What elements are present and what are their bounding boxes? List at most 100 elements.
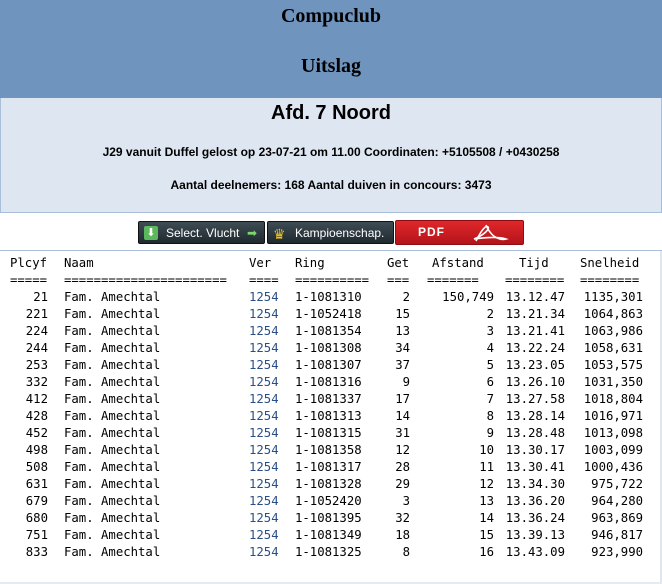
results-table: Plcyf Naam Ver Ring Get Afstand Tijd Sne… bbox=[0, 256, 662, 562]
cell-ver[interactable]: 1254 bbox=[249, 341, 279, 355]
cell-afstand: 7 bbox=[486, 392, 494, 406]
cell-get: 8 bbox=[402, 545, 410, 559]
cell-afstand: 2 bbox=[486, 307, 494, 321]
cell-plcyf: 751 bbox=[25, 528, 48, 542]
release-info: J29 vanuit Duffel gelost op 23-07-21 om … bbox=[102, 145, 560, 159]
championship-button[interactable]: ♛ Kampioenschap. bbox=[267, 221, 394, 244]
table-row: 412 Fam. Amechtal 1254 1-1081337 17 7 13.27.58… bbox=[0, 392, 662, 409]
cell-plcyf: 680 bbox=[25, 511, 48, 525]
cell-snelheid: 975,722 bbox=[591, 477, 643, 491]
cell-plcyf: 332 bbox=[25, 375, 48, 389]
cell-plcyf: 244 bbox=[25, 341, 48, 355]
cell-naam: Fam. Amechtal bbox=[64, 358, 161, 372]
sep-ring: ========== bbox=[295, 273, 370, 287]
cell-tijd: 13.36.24 bbox=[505, 511, 565, 525]
cell-ring: 1-1081395 bbox=[295, 511, 362, 525]
cell-naam: Fam. Amechtal bbox=[64, 460, 161, 474]
cell-ver[interactable]: 1254 bbox=[249, 426, 279, 440]
cell-tijd: 13.30.17 bbox=[505, 443, 565, 457]
sep-naam: ====================== bbox=[64, 273, 227, 287]
cell-afstand: 14 bbox=[479, 511, 494, 525]
cell-snelheid: 1013,098 bbox=[583, 426, 643, 440]
cell-ver[interactable]: 1254 bbox=[249, 511, 279, 525]
acrobat-icon bbox=[473, 224, 509, 242]
cell-afstand: 4 bbox=[486, 341, 494, 355]
club-title: Compuclub bbox=[280, 5, 382, 27]
col-ring: Ring bbox=[295, 256, 325, 270]
sep-plcyf: ===== bbox=[10, 273, 48, 287]
cell-ring: 1-1081317 bbox=[295, 460, 362, 474]
cell-ver[interactable]: 1254 bbox=[249, 307, 279, 321]
divider bbox=[0, 250, 662, 251]
table-row: 428 Fam. Amechtal 1254 1-1081313 14 8 13.28.14… bbox=[0, 409, 662, 426]
cell-ring: 1-1081316 bbox=[295, 375, 362, 389]
sep-tijd: ======== bbox=[505, 273, 565, 287]
button-bar: ⬇ Select. Vlucht ➡ ♛ Kampioenschap. PDF bbox=[0, 213, 662, 251]
cell-afstand: 8 bbox=[486, 409, 494, 423]
cell-ver[interactable]: 1254 bbox=[249, 494, 279, 508]
cell-get: 12 bbox=[395, 443, 410, 457]
col-get: Get bbox=[387, 256, 410, 270]
cell-afstand: 15 bbox=[479, 528, 494, 542]
table-row: 508 Fam. Amechtal 1254 1-1081317 28 11 13.30.4… bbox=[0, 460, 662, 477]
cell-ring: 1-1081313 bbox=[295, 409, 362, 423]
cell-get: 15 bbox=[395, 307, 410, 321]
sep-get: === bbox=[387, 273, 410, 287]
table-row: 332 Fam. Amechtal 1254 1-1081316 9 6 13.26.10 1… bbox=[0, 375, 662, 392]
cell-tijd: 13.21.41 bbox=[505, 324, 565, 338]
arrow-right-icon: ➡ bbox=[247, 226, 258, 240]
cell-ring: 1-1081358 bbox=[295, 443, 362, 457]
cell-ver[interactable]: 1254 bbox=[249, 477, 279, 491]
cell-get: 31 bbox=[395, 426, 410, 440]
cell-snelheid: 1016,971 bbox=[583, 409, 643, 423]
cell-ver[interactable]: 1254 bbox=[249, 358, 279, 372]
cell-plcyf: 253 bbox=[25, 358, 48, 372]
table-row: 833 Fam. Amechtal 1254 1-1081325 8 16 13.43.09… bbox=[0, 545, 662, 562]
cell-tijd: 13.27.58 bbox=[505, 392, 565, 406]
cell-snelheid: 1064,863 bbox=[583, 307, 643, 321]
cell-ver[interactable]: 1254 bbox=[249, 409, 279, 423]
cell-snelheid: 1000,436 bbox=[583, 460, 643, 474]
cell-ver[interactable]: 1254 bbox=[249, 290, 279, 304]
cell-ver[interactable]: 1254 bbox=[249, 460, 279, 474]
table-row: 751 Fam. Amechtal 1254 1-1081349 18 15 13.39.1… bbox=[0, 528, 662, 545]
cell-snelheid: 964,280 bbox=[591, 494, 643, 508]
cell-snelheid: 1018,804 bbox=[583, 392, 643, 406]
cell-tijd: 13.39.13 bbox=[505, 528, 565, 542]
table-row: 21 Fam. Amechtal 1254 1-1081310 2 150,749 13.1… bbox=[0, 290, 662, 307]
cell-plcyf: 221 bbox=[25, 307, 48, 321]
cell-get: 28 bbox=[395, 460, 410, 474]
cell-tijd: 13.22.24 bbox=[505, 341, 565, 355]
cell-ver[interactable]: 1254 bbox=[249, 528, 279, 542]
pdf-button[interactable]: PDF bbox=[395, 220, 524, 245]
select-flight-button[interactable]: ⬇ Select. Vlucht ➡ bbox=[138, 221, 265, 244]
cell-naam: Fam. Amechtal bbox=[64, 290, 161, 304]
cell-plcyf: 21 bbox=[33, 290, 48, 304]
cell-get: 37 bbox=[395, 358, 410, 372]
cell-naam: Fam. Amechtal bbox=[64, 409, 161, 423]
table-row: 452 Fam. Amechtal 1254 1-1081315 31 9 13.28.48… bbox=[0, 426, 662, 443]
sep-afstand: ======= bbox=[427, 273, 479, 287]
page-subtitle: Uitslag bbox=[301, 55, 361, 77]
cell-naam: Fam. Amechtal bbox=[64, 324, 161, 338]
cell-snelheid: 963,869 bbox=[591, 511, 643, 525]
cell-afstand: 12 bbox=[479, 477, 494, 491]
cell-ring: 1-1081307 bbox=[295, 358, 362, 372]
table-row: 680 Fam. Amechtal 1254 1-1081395 32 14 13.36.2… bbox=[0, 511, 662, 528]
cell-snelheid: 923,990 bbox=[591, 545, 643, 559]
cell-ver[interactable]: 1254 bbox=[249, 375, 279, 389]
cell-plcyf: 498 bbox=[25, 443, 48, 457]
cell-snelheid: 1058,631 bbox=[583, 341, 643, 355]
cell-tijd: 13.23.05 bbox=[505, 358, 565, 372]
cell-ver[interactable]: 1254 bbox=[249, 392, 279, 406]
cell-afstand: 5 bbox=[486, 358, 494, 372]
cell-naam: Fam. Amechtal bbox=[64, 511, 161, 525]
cell-ver[interactable]: 1254 bbox=[249, 324, 279, 338]
cell-get: 18 bbox=[395, 528, 410, 542]
cell-ver[interactable]: 1254 bbox=[249, 443, 279, 457]
cell-naam: Fam. Amechtal bbox=[64, 392, 161, 406]
cell-snelheid: 946,817 bbox=[591, 528, 643, 542]
cell-plcyf: 679 bbox=[25, 494, 48, 508]
table-row: 253 Fam. Amechtal 1254 1-1081307 37 5 13.23.05… bbox=[0, 358, 662, 375]
cell-ver[interactable]: 1254 bbox=[249, 545, 279, 559]
